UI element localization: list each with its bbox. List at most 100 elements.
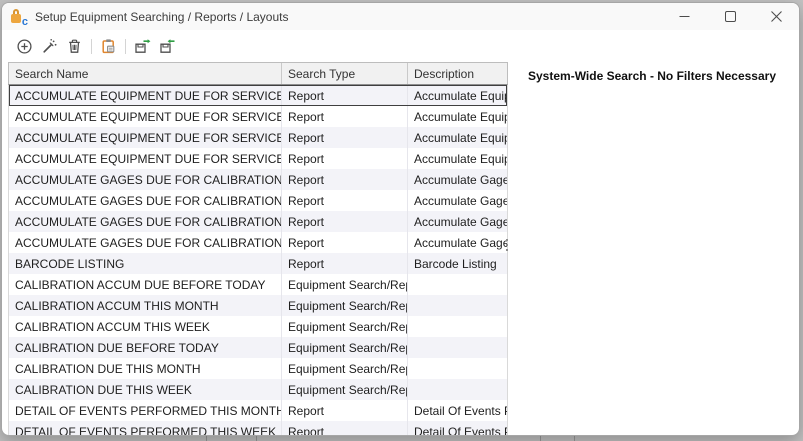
cell-description: Accumulate Gage	[408, 169, 507, 190]
table-row[interactable]: CALIBRATION DUE THIS MONTH Equipment Sea…	[9, 358, 507, 379]
cell-search-name: ACCUMULATE GAGES DUE FOR CALIBRATION WIT…	[9, 169, 282, 190]
cell-search-type: Report	[282, 190, 408, 211]
table-row[interactable]: BARCODE LISTING Report Barcode Listing	[9, 253, 507, 274]
cell-search-name: ACCUMULATE EQUIPMENT DUE FOR SERVICE WIT…	[9, 85, 282, 106]
cell-search-type: Equipment Search/Report	[282, 337, 408, 358]
cell-search-name: DETAIL OF EVENTS PERFORMED THIS MONTH	[9, 400, 282, 421]
cell-search-type: Equipment Search/Report	[282, 316, 408, 337]
cell-search-name: ACCUMULATE EQUIPMENT DUE FOR SERVICE WIT…	[9, 127, 282, 148]
cell-search-type: Report	[282, 211, 408, 232]
cell-search-name: ACCUMULATE EQUIPMENT DUE FOR SERVICE WIT…	[9, 148, 282, 169]
cell-description: Accumulate Equip	[408, 106, 507, 127]
cell-search-name: CALIBRATION ACCUM THIS WEEK	[9, 316, 282, 337]
close-button[interactable]	[753, 3, 799, 30]
cell-search-name: CALIBRATION DUE THIS MONTH	[9, 358, 282, 379]
cell-search-type: Report	[282, 148, 408, 169]
save-arrow-right-icon	[133, 38, 152, 55]
cell-search-name: BARCODE LISTING	[9, 253, 282, 274]
cell-description: Accumulate Gage	[408, 190, 507, 211]
cell-search-name: ACCUMULATE GAGES DUE FOR CALIBRATION WIT…	[9, 190, 282, 211]
cell-search-type: Report	[282, 85, 408, 106]
add-circle-icon	[16, 38, 33, 55]
cell-description	[408, 295, 507, 316]
import-layout-button[interactable]	[155, 34, 180, 59]
maximize-icon	[725, 11, 736, 22]
titlebar[interactable]: c Setup Equipment Searching / Reports / …	[2, 3, 799, 30]
cell-search-type: Report	[282, 106, 408, 127]
table-row[interactable]: ACCUMULATE EQUIPMENT DUE FOR SERVICE WIT…	[9, 85, 507, 106]
add-button[interactable]	[12, 34, 37, 59]
table-row[interactable]: ACCUMULATE GAGES DUE FOR CALIBRATION WIT…	[9, 190, 507, 211]
save-arrow-left-icon	[158, 38, 177, 55]
cell-description	[408, 379, 507, 400]
table-row[interactable]: DETAIL OF EVENTS PERFORMED THIS WEEK Rep…	[9, 421, 507, 436]
cell-search-type: Report	[282, 127, 408, 148]
table-row[interactable]: CALIBRATION ACCUM THIS MONTH Equipment S…	[9, 295, 507, 316]
column-header-search-type[interactable]: Search Type	[282, 63, 408, 84]
cell-description: Detail Of Events P	[408, 400, 507, 421]
toolbar-separator	[91, 39, 92, 54]
system-wide-search-message: System-Wide Search - No Filters Necessar…	[528, 69, 776, 83]
export-layout-button[interactable]	[130, 34, 155, 59]
search-grid: Search Name Search Type Description ACCU…	[8, 62, 508, 436]
cell-search-name: ACCUMULATE GAGES DUE FOR CALIBRATION WIT…	[9, 211, 282, 232]
cell-search-name: ACCUMULATE GAGES DUE FOR CALIBRATION WIT…	[9, 232, 282, 253]
table-row[interactable]: CALIBRATION ACCUM THIS WEEK Equipment Se…	[9, 316, 507, 337]
dialog-window: c Setup Equipment Searching / Reports / …	[1, 2, 800, 436]
column-header-search-name[interactable]: Search Name	[9, 63, 282, 84]
paste-layout-button[interactable]	[96, 34, 121, 59]
toolbar	[2, 30, 799, 63]
edit-button[interactable]	[37, 34, 62, 59]
maximize-button[interactable]	[707, 3, 753, 30]
caption-buttons	[661, 3, 799, 30]
clipboard-icon	[100, 38, 117, 55]
cell-search-type: Report	[282, 232, 408, 253]
cell-search-name: CALIBRATION ACCUM DUE BEFORE TODAY	[9, 274, 282, 295]
toolbar-separator	[125, 39, 126, 54]
cell-search-type: Equipment Search/Report	[282, 295, 408, 316]
cell-description	[408, 274, 507, 295]
minimize-button[interactable]	[661, 3, 707, 30]
grid-header: Search Name Search Type Description	[8, 62, 508, 85]
table-row[interactable]: ACCUMULATE GAGES DUE FOR CALIBRATION WIT…	[9, 211, 507, 232]
cell-description	[408, 337, 507, 358]
cell-search-name: CALIBRATION ACCUM THIS MONTH	[9, 295, 282, 316]
close-icon	[771, 11, 782, 22]
table-row[interactable]: CALIBRATION DUE BEFORE TODAY Equipment S…	[9, 337, 507, 358]
trash-icon	[66, 38, 83, 55]
cell-description: Accumulate Gage	[408, 211, 507, 232]
column-header-description[interactable]: Description	[408, 63, 507, 84]
cell-description: Barcode Listing	[408, 253, 507, 274]
cell-search-type: Equipment Search/Report	[282, 274, 408, 295]
table-row[interactable]: ACCUMULATE EQUIPMENT DUE FOR SERVICE WIT…	[9, 127, 507, 148]
cell-description: Accumulate Gage	[408, 232, 507, 253]
window-title: Setup Equipment Searching / Reports / La…	[35, 10, 288, 24]
table-row[interactable]: CALIBRATION ACCUM DUE BEFORE TODAY Equip…	[9, 274, 507, 295]
cell-search-name: DETAIL OF EVENTS PERFORMED THIS WEEK	[9, 421, 282, 436]
cell-search-type: Report	[282, 253, 408, 274]
cell-search-type: Report	[282, 169, 408, 190]
table-row[interactable]: CALIBRATION DUE THIS WEEK Equipment Sear…	[9, 379, 507, 400]
magic-wand-icon	[41, 38, 58, 55]
cell-search-type: Report	[282, 421, 408, 436]
cell-description: Accumulate Equip	[408, 127, 507, 148]
cell-search-name: CALIBRATION DUE BEFORE TODAY	[9, 337, 282, 358]
cell-search-type: Report	[282, 400, 408, 421]
table-row[interactable]: ACCUMULATE EQUIPMENT DUE FOR SERVICE WIT…	[9, 106, 507, 127]
app-lock-icon: c	[11, 9, 27, 25]
cell-search-name: ACCUMULATE EQUIPMENT DUE FOR SERVICE WIT…	[9, 106, 282, 127]
cell-description: Detail Of Events P	[408, 421, 507, 436]
cell-search-name: CALIBRATION DUE THIS WEEK	[9, 379, 282, 400]
cell-search-type: Equipment Search/Report	[282, 379, 408, 400]
cell-search-type: Equipment Search/Report	[282, 358, 408, 379]
delete-button[interactable]	[62, 34, 87, 59]
table-row[interactable]: ACCUMULATE EQUIPMENT DUE FOR SERVICE WIT…	[9, 148, 507, 169]
splitter-grip[interactable]	[506, 239, 509, 254]
table-row[interactable]: ACCUMULATE GAGES DUE FOR CALIBRATION WIT…	[9, 232, 507, 253]
cell-description	[408, 358, 507, 379]
cell-description: Accumulate Equip	[408, 148, 507, 169]
table-row[interactable]: DETAIL OF EVENTS PERFORMED THIS MONTH Re…	[9, 400, 507, 421]
grid-body: ACCUMULATE EQUIPMENT DUE FOR SERVICE WIT…	[8, 85, 508, 436]
minimize-icon	[679, 11, 690, 22]
table-row[interactable]: ACCUMULATE GAGES DUE FOR CALIBRATION WIT…	[9, 169, 507, 190]
